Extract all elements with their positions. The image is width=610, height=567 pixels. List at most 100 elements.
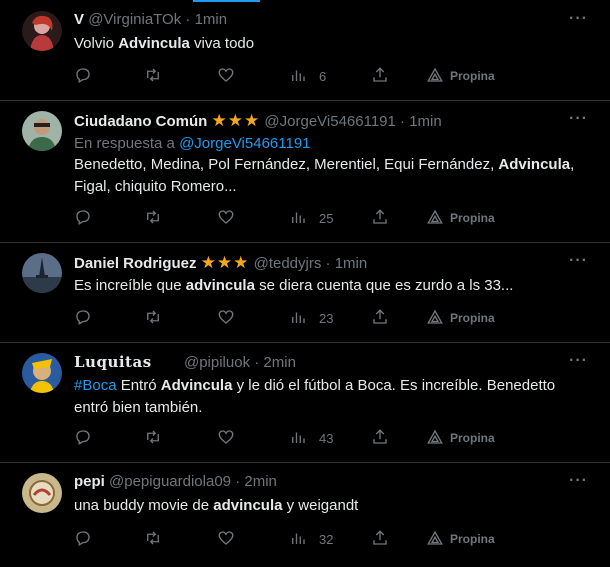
more-options-button[interactable]: ···: [569, 352, 588, 370]
tip-icon: [426, 208, 444, 229]
tweet-header: Daniel Rodriguez ★★★ @teddyjrs · 1min: [74, 253, 367, 273]
display-name[interactable]: pepi: [74, 473, 105, 490]
display-name[interactable]: Ciudadano Común: [74, 113, 207, 130]
retweet-button[interactable]: [144, 529, 162, 549]
handle[interactable]: @teddyjrs: [254, 255, 322, 272]
separator: ·: [254, 354, 260, 371]
reply-icon: [74, 66, 92, 87]
heart-icon: [217, 66, 235, 87]
tip-icon: [426, 428, 444, 449]
share-button[interactable]: [371, 208, 389, 228]
like-button[interactable]: [217, 529, 235, 549]
reply-button[interactable]: [74, 529, 92, 549]
bar-chart-icon: [289, 308, 307, 329]
retweet-button[interactable]: [144, 428, 162, 448]
tip-button[interactable]: Propina: [426, 308, 495, 328]
avatar[interactable]: [22, 11, 62, 51]
retweet-icon: [144, 308, 162, 329]
display-name[interactable]: Luquitas: [74, 353, 152, 371]
reply-button[interactable]: [74, 428, 92, 448]
tip-button[interactable]: Propina: [426, 66, 495, 86]
tip-button[interactable]: Propina: [426, 529, 495, 549]
like-button[interactable]: [217, 428, 235, 448]
star-badge-icon: ★★★: [200, 253, 250, 272]
tweet-actions: 32 Propina: [74, 529, 594, 549]
views-button[interactable]: 32: [289, 529, 333, 549]
timestamp[interactable]: 2min: [263, 354, 296, 371]
tweet-header: pepi @pepiguardiola09 · 2min: [74, 473, 277, 490]
tweet-header: Luquitas @pipiluok · 2min: [74, 353, 296, 371]
retweet-button[interactable]: [144, 308, 162, 328]
share-button[interactable]: [371, 529, 389, 549]
views-count: 43: [319, 430, 334, 446]
timestamp[interactable]: 2min: [244, 473, 277, 490]
separator: ·: [235, 473, 241, 490]
timestamp[interactable]: 1min: [409, 113, 442, 130]
views-button[interactable]: 23: [289, 308, 333, 328]
timestamp[interactable]: 1min: [335, 255, 368, 272]
avatar[interactable]: [22, 253, 62, 293]
separator: ·: [400, 113, 406, 130]
retweet-button[interactable]: [144, 66, 162, 86]
tweet[interactable]: V @VirginiaTOk · 1min ··· Volvio Advincu…: [0, 0, 610, 101]
tweet-text: una buddy movie de advincula y weigandt: [74, 497, 359, 514]
heart-icon: [217, 308, 235, 329]
views-button[interactable]: 6: [289, 66, 326, 86]
like-button[interactable]: [217, 66, 235, 86]
more-options-button[interactable]: ···: [569, 472, 588, 490]
more-options-button[interactable]: ···: [569, 10, 588, 28]
retweet-icon: [144, 529, 162, 550]
tweet[interactable]: Ciudadano Común ★★★ @JorgeVi54661191 · 1…: [0, 101, 610, 243]
more-options-button[interactable]: ···: [569, 110, 588, 128]
handle[interactable]: @VirginiaTOk: [88, 11, 181, 28]
share-button[interactable]: [371, 428, 389, 448]
handle[interactable]: @JorgeVi54661191: [264, 113, 395, 130]
share-icon: [371, 66, 389, 87]
heart-icon: [217, 529, 235, 550]
reply-to-link[interactable]: @JorgeVi54661191: [179, 135, 310, 152]
retweet-icon: [144, 428, 162, 449]
heart-icon: [217, 428, 235, 449]
more-options-button[interactable]: ···: [569, 252, 588, 270]
bar-chart-icon: [289, 428, 307, 449]
tip-button[interactable]: Propina: [426, 208, 495, 228]
like-button[interactable]: [217, 308, 235, 328]
avatar[interactable]: [22, 353, 62, 393]
retweet-button[interactable]: [144, 208, 162, 228]
share-button[interactable]: [371, 308, 389, 328]
share-button[interactable]: [371, 66, 389, 86]
tip-icon: [426, 66, 444, 87]
timestamp[interactable]: 1min: [195, 11, 228, 28]
tweet[interactable]: Luquitas @pipiluok · 2min ··· #Boca Entr…: [0, 343, 610, 463]
views-count: 6: [319, 68, 327, 84]
separator: ·: [185, 11, 191, 28]
reply-button[interactable]: [74, 66, 92, 86]
tweet-text: Benedetto, Medina, Pol Fernández, Merent…: [74, 156, 575, 195]
avatar[interactable]: [22, 111, 62, 151]
views-button[interactable]: 43: [289, 428, 333, 448]
display-name[interactable]: V: [74, 11, 84, 28]
tweet[interactable]: pepi @pepiguardiola09 · 2min ··· una bud…: [0, 463, 610, 567]
reply-icon: [74, 428, 92, 449]
tip-icon: [426, 308, 444, 329]
views-count: 23: [319, 310, 334, 326]
display-name[interactable]: Daniel Rodriguez: [74, 255, 197, 272]
tip-button[interactable]: Propina: [426, 428, 495, 448]
tweet-text: Es increíble que advincula se diera cuen…: [74, 277, 514, 294]
reply-button[interactable]: [74, 308, 92, 328]
handle[interactable]: @pipiluok: [184, 354, 250, 371]
star-badge-icon: ★★★: [211, 111, 261, 130]
tip-label: Propina: [450, 431, 495, 445]
share-icon: [371, 308, 389, 329]
heart-icon: [217, 208, 235, 229]
reply-icon: [74, 208, 92, 229]
hashtag-link[interactable]: #Boca: [74, 377, 117, 394]
like-button[interactable]: [217, 208, 235, 228]
avatar[interactable]: [22, 473, 62, 513]
tweet[interactable]: Daniel Rodriguez ★★★ @teddyjrs · 1min ··…: [0, 243, 610, 343]
handle[interactable]: @pepiguardiola09: [109, 473, 231, 490]
reply-button[interactable]: [74, 208, 92, 228]
tweet-header: V @VirginiaTOk · 1min: [74, 11, 227, 28]
tweet-text: Volvio Advincula viva todo: [74, 35, 255, 52]
views-button[interactable]: 25: [289, 208, 333, 228]
